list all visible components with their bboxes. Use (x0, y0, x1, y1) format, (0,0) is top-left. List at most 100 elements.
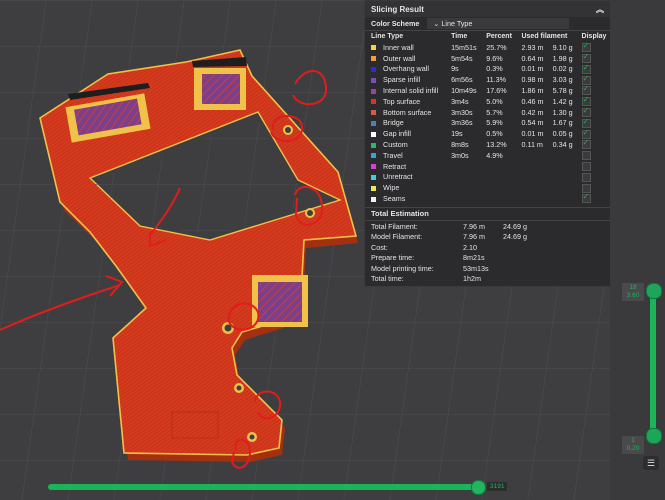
line-type-row: Overhang wall 9s 0.3% 0.01 m 0.02 g (365, 63, 610, 75)
color-swatch (371, 77, 376, 83)
line-type-percent (480, 172, 515, 183)
move-slider-handle[interactable] (471, 480, 486, 495)
line-type-name: Sparse infill (383, 75, 421, 85)
color-scheme-dropdown[interactable]: ⌄ Line Type (427, 18, 570, 29)
line-type-time: 19s (451, 129, 463, 139)
double-chevron-up-icon[interactable]: ︽ (596, 4, 604, 15)
color-scheme-value: Line Type (441, 19, 473, 28)
display-checkbox[interactable] (581, 161, 591, 171)
line-type-length (515, 161, 546, 172)
line-type-row: Travel 3m0s 4.9% (365, 150, 610, 161)
line-type-name: Outer wall (383, 53, 416, 63)
line-type-time: 3m30s (451, 107, 473, 117)
layer-top-number: 18 (629, 284, 637, 291)
line-type-percent: 17.6% (486, 86, 507, 96)
display-checkbox[interactable] (581, 172, 591, 182)
line-type-length (515, 193, 546, 204)
line-type-name: Retract (383, 161, 407, 171)
layer-bottom-handle[interactable] (646, 428, 662, 444)
layer-bottom-number: 1 (631, 437, 635, 444)
line-type-time (445, 161, 480, 172)
total-key: Total Filament: (371, 221, 418, 231)
total-key: Prepare time: (371, 253, 415, 263)
line-type-percent: 5.0% (486, 96, 503, 106)
line-type-length: 0.64 m (521, 53, 544, 63)
total-row: Total time: 1h2m (365, 273, 610, 284)
line-type-time: 3m4s (451, 96, 469, 106)
total-value: 53m13s (463, 263, 489, 273)
display-checkbox[interactable] (581, 183, 591, 193)
display-checkbox[interactable] (581, 84, 591, 96)
header-time: Time (451, 33, 468, 40)
move-slider[interactable] (48, 484, 480, 490)
line-type-name: Bridge (383, 118, 404, 128)
display-checkbox[interactable] (581, 95, 591, 107)
display-cell (576, 182, 610, 193)
line-type-time: 8m8s (451, 140, 469, 150)
total-value: 2.10 (463, 242, 477, 252)
header-display: Display (581, 33, 607, 40)
display-checkbox[interactable] (581, 52, 591, 63)
line-type-length (515, 150, 546, 161)
total-row: Prepare time: 8m21s (365, 252, 610, 263)
total-value: 1h2m (463, 274, 481, 284)
line-type-weight: 1.42 g (552, 96, 573, 106)
header-used-filament: Used filament (521, 33, 568, 40)
line-type-length: 0.01 m (521, 129, 544, 139)
color-swatch (371, 131, 376, 137)
line-type-percent: 4.9% (486, 150, 503, 160)
color-swatch (371, 164, 376, 170)
display-cell (576, 161, 610, 172)
display-cell (576, 117, 610, 129)
line-type-weight: 3.03 g (552, 75, 573, 85)
line-type-weight (547, 150, 576, 161)
total-value: 7.96 m (463, 232, 485, 242)
line-type-time: 3m0s (451, 150, 469, 160)
line-type-row: Outer wall 5m54s 9.6% 0.64 m 1.98 g (365, 52, 610, 64)
display-cell (576, 192, 610, 204)
display-checkbox[interactable] (581, 192, 591, 204)
display-checkbox[interactable] (581, 117, 591, 128)
layer-range-slider[interactable] (650, 290, 656, 440)
line-type-name: Internal solid infill (383, 86, 439, 96)
swatch-cell (365, 172, 377, 183)
line-type-length: 0.54 m (521, 118, 544, 128)
line-type-name: Inner wall (383, 42, 414, 52)
line-type-name: Unretract (383, 172, 413, 182)
color-swatch (371, 67, 376, 73)
line-type-length: 0.46 m (521, 96, 544, 106)
display-checkbox[interactable] (581, 138, 591, 150)
line-type-weight: 1.30 g (552, 107, 573, 117)
total-row: Total Filament: 7.96 m 24.69 g (365, 221, 610, 232)
swatch-cell (365, 128, 377, 139)
line-type-percent: 5.9% (486, 118, 503, 128)
color-swatch (371, 99, 376, 105)
line-type-row: Internal solid infill 10m49s 17.6% 1.86 m 5.… (365, 84, 610, 96)
layer-top-handle[interactable] (646, 283, 662, 299)
line-type-weight: 5.78 g (552, 86, 573, 96)
chevron-down-icon: ⌄ (433, 19, 440, 28)
total-value-secondary: 24.69 g (503, 221, 527, 231)
layers-icon[interactable]: ☰ (643, 456, 659, 470)
display-checkbox[interactable] (581, 63, 591, 74)
line-type-row: Bridge 3m36s 5.9% 0.54 m 1.67 g (365, 117, 610, 129)
color-swatch (371, 142, 376, 148)
display-checkbox[interactable] (581, 41, 591, 53)
layer-top-label: 18 3.60 (622, 283, 644, 301)
display-checkbox[interactable] (581, 106, 591, 117)
line-type-length: 0.01 m (521, 64, 544, 74)
line-type-percent: 0.5% (486, 129, 503, 139)
line-type-weight: 9.10 g (552, 42, 573, 52)
line-type-length: 1.86 m (521, 86, 544, 96)
header-percent: Percent (486, 33, 512, 40)
color-swatch (371, 45, 376, 51)
display-checkbox[interactable] (581, 151, 591, 161)
line-type-name: Seams (383, 194, 406, 204)
line-type-time (445, 172, 480, 183)
total-estimation-title: Total Estimation (365, 206, 610, 221)
display-checkbox[interactable] (581, 74, 591, 85)
line-type-percent (480, 193, 515, 204)
line-type-length: 2.93 m (521, 42, 544, 52)
total-key: Total time: (371, 274, 404, 284)
display-checkbox[interactable] (581, 128, 591, 139)
